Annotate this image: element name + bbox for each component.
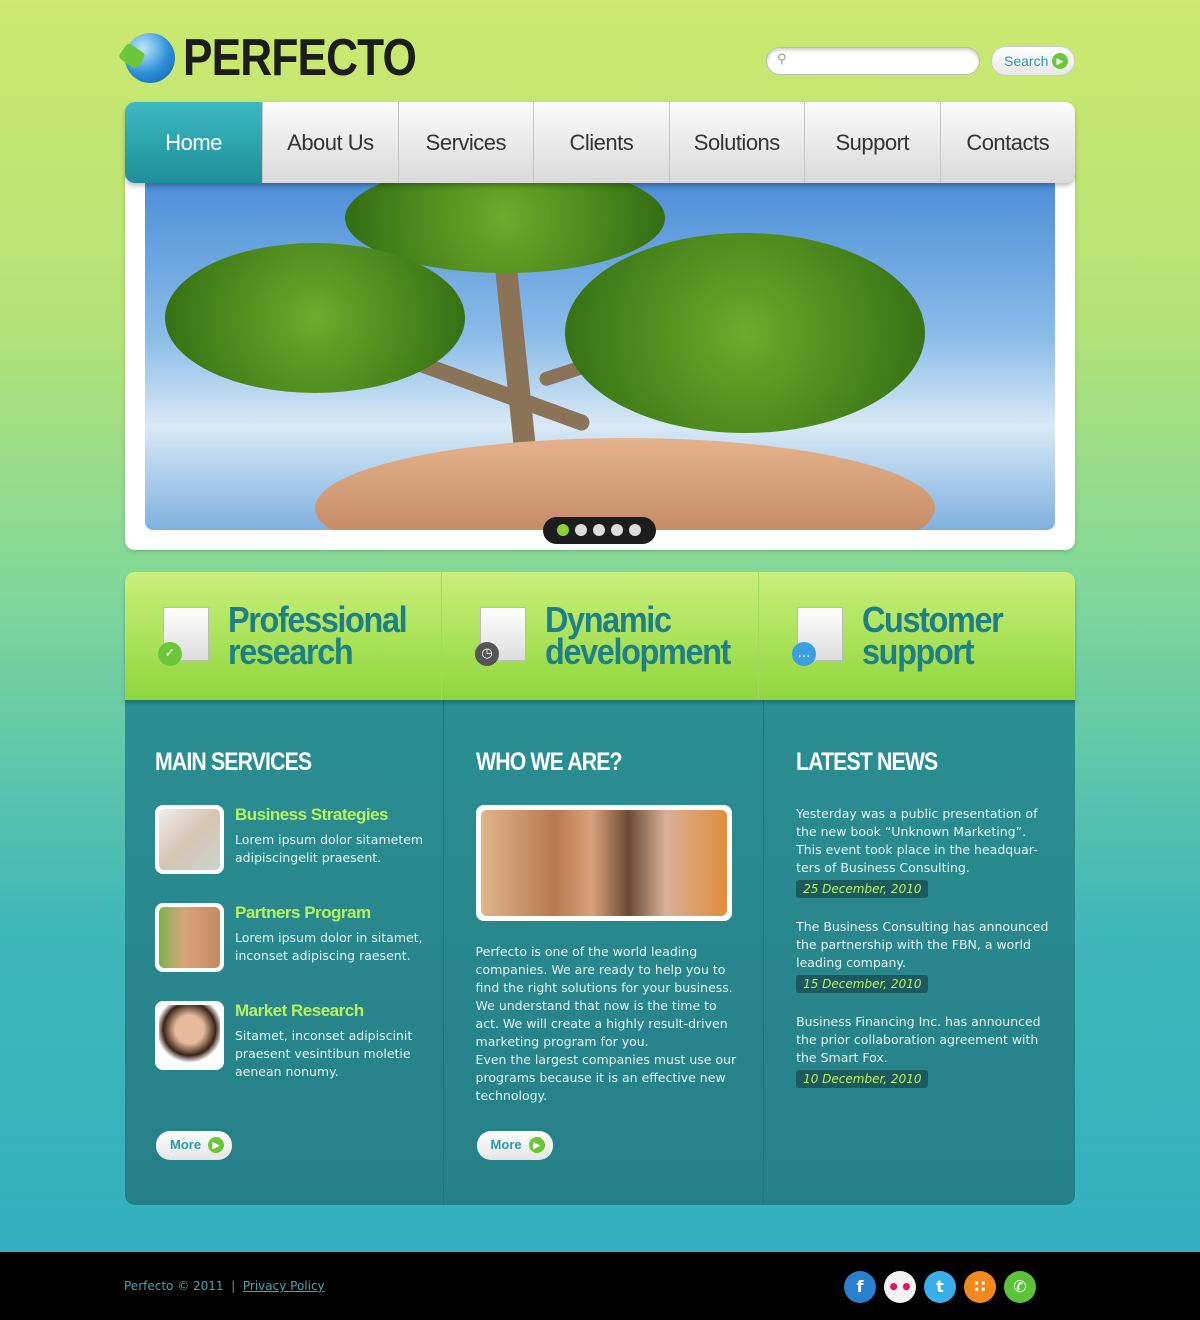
section-heading: WHO WE ARE?	[475, 748, 623, 776]
content-panel: MAIN SERVICES Business Strategies Lorem i…	[125, 700, 1075, 1205]
feature-professional-research[interactable]: ✓ Professional research	[125, 572, 441, 700]
news-date: 25 December, 2010	[796, 880, 929, 898]
nav-clients[interactable]: Clients	[533, 102, 668, 183]
slide-dot[interactable]	[611, 524, 623, 536]
slide-dot[interactable]	[575, 524, 587, 536]
nav-about-us[interactable]: About Us	[262, 102, 397, 183]
service-item: Business Strategies Lorem ipsum dolor sit…	[155, 805, 443, 875]
services-more-button[interactable]: More ▶	[156, 1131, 232, 1160]
service-thumbnail[interactable]	[155, 903, 224, 972]
news-item: Business Financing Inc. has announced th…	[796, 1013, 1052, 1088]
service-title[interactable]: Partners Program	[235, 903, 443, 923]
news-item: Yesterday was a public presentation of t…	[796, 805, 1052, 898]
chat-bubble-icon: …	[792, 642, 816, 666]
nav-home[interactable]: Home	[125, 102, 263, 183]
document-icon: ✓	[158, 607, 209, 666]
twitter-icon[interactable]: t	[924, 1271, 956, 1303]
news-text[interactable]: Yesterday was a public presentation of t…	[796, 805, 1052, 877]
latest-news-column: LATEST NEWS Yesterday was a public prese…	[763, 700, 1075, 1205]
team-photo	[475, 805, 732, 921]
arrow-right-icon: ▶	[1052, 53, 1068, 69]
arrow-right-icon: ▶	[208, 1137, 224, 1153]
service-item: Market Research Sitamet, inconset adipisc…	[155, 1001, 443, 1079]
facebook-icon[interactable]: f	[844, 1271, 876, 1303]
news-date: 15 December, 2010	[796, 975, 929, 993]
document-icon: ◷	[475, 607, 526, 666]
slide-image-bonsai	[145, 183, 1055, 530]
clock-icon: ◷	[475, 642, 499, 666]
who-text: Perfecto is one of the world leading com…	[475, 944, 733, 1049]
who-text: Even the largest companies must use our …	[475, 1052, 737, 1103]
service-thumbnail[interactable]	[155, 1001, 224, 1070]
who-we-are-column: WHO WE ARE? Perfecto is one of the world…	[442, 700, 764, 1205]
feature-title: support	[862, 631, 974, 672]
service-title[interactable]: Market Research	[235, 1001, 425, 1021]
nav-contacts[interactable]: Contacts	[939, 102, 1075, 183]
service-text: Lorem ipsum dolor in sitamet, inconset a…	[235, 930, 423, 963]
document-icon: …	[792, 607, 843, 666]
check-icon: ✓	[158, 642, 182, 666]
brand-name: PERFECTO	[183, 29, 417, 87]
main-services-column: MAIN SERVICES Business Strategies Lorem i…	[125, 700, 443, 1205]
separator: |	[231, 1279, 236, 1293]
flickr-icon[interactable]: ••	[884, 1271, 916, 1303]
search-input[interactable]	[797, 53, 967, 67]
copyright: Perfecto © 2011	[124, 1279, 224, 1293]
service-thumbnail[interactable]	[155, 805, 224, 874]
more-label: More	[490, 1137, 522, 1152]
main-nav: Home About Us Services Clients Solutions…	[125, 102, 1075, 183]
feature-customer-support[interactable]: … Customer support	[758, 572, 1075, 700]
news-item: The Business Consulting has announced th…	[796, 918, 1052, 993]
slider-pagination	[543, 517, 656, 544]
privacy-policy-link[interactable]: Privacy Policy	[243, 1279, 325, 1293]
chat-icon[interactable]: ✆	[1004, 1271, 1036, 1303]
nav-services[interactable]: Services	[397, 102, 533, 183]
search-button-label: Search	[1004, 53, 1049, 69]
slide-dot[interactable]	[593, 524, 605, 536]
nav-support[interactable]: Support	[804, 102, 939, 183]
image-slider	[125, 170, 1075, 550]
service-item: Partners Program Lorem ipsum dolor in sit…	[155, 903, 443, 973]
service-text: Sitamet, inconset adipiscinit praesent v…	[235, 1028, 413, 1079]
news-text[interactable]: Business Financing Inc. has announced th…	[796, 1013, 1052, 1067]
section-heading: MAIN SERVICES	[155, 748, 312, 776]
rss-icon[interactable]: ∷	[964, 1271, 996, 1303]
section-heading: LATEST NEWS	[796, 748, 938, 776]
service-title[interactable]: Business Strategies	[235, 805, 443, 825]
search-button[interactable]: Search ▶	[991, 46, 1075, 76]
more-label: More	[170, 1137, 202, 1152]
service-text: Lorem ipsum dolor sitametem adipiscingel…	[235, 832, 424, 865]
feature-dynamic-development[interactable]: ◷ Dynamic development	[441, 572, 758, 700]
logo[interactable]: PERFECTO	[125, 28, 457, 88]
nav-solutions[interactable]: Solutions	[668, 102, 804, 183]
feature-title: research	[228, 631, 354, 672]
slide-dot[interactable]	[557, 524, 569, 536]
globe-icon	[125, 33, 175, 83]
footer: Perfecto © 2011 | Privacy Policy f •• t …	[0, 1252, 1200, 1320]
feature-strip: ✓ Professional research ◷ Dynamic developm…	[125, 572, 1075, 700]
search-box[interactable]: ⚲	[766, 47, 980, 75]
arrow-right-icon: ▶	[528, 1137, 545, 1153]
who-more-button[interactable]: More ▶	[476, 1131, 553, 1160]
slide-dot[interactable]	[629, 524, 641, 536]
feature-title: development	[545, 631, 731, 672]
search-icon: ⚲	[777, 52, 787, 67]
news-text[interactable]: The Business Consulting has announced th…	[796, 918, 1052, 972]
news-date: 10 December, 2010	[796, 1070, 929, 1088]
